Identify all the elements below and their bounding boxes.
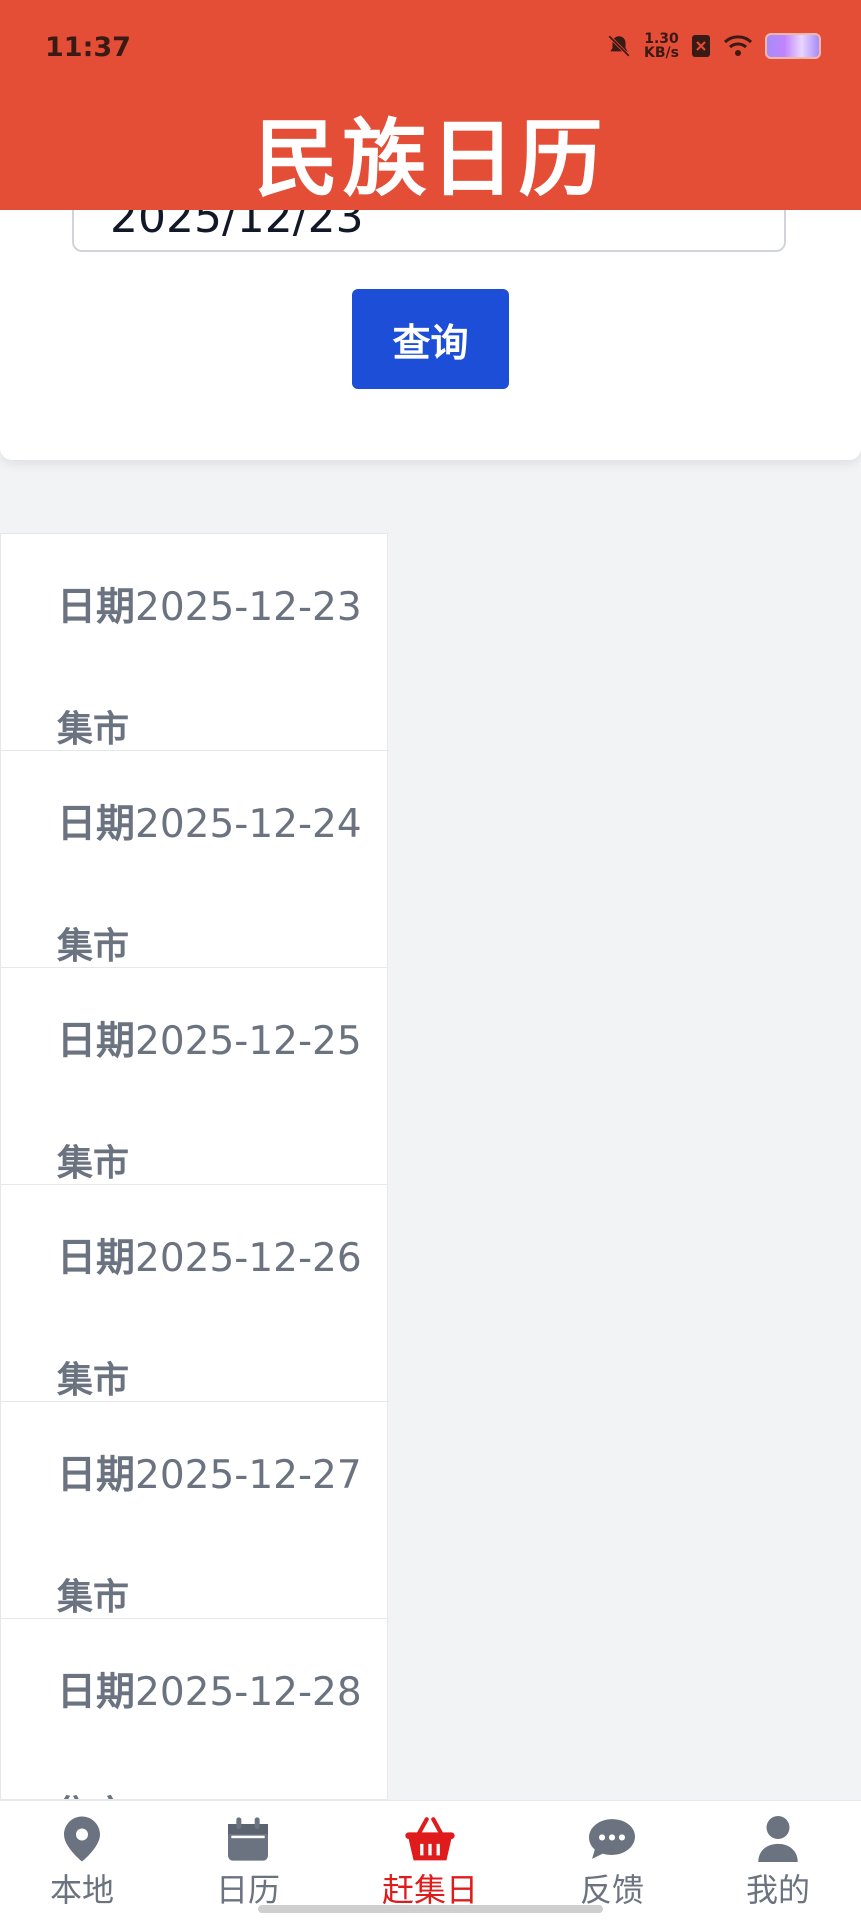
list-item[interactable]: 日期2025-12-27 集市 — [1, 1402, 387, 1619]
bell-muted-icon — [608, 35, 630, 57]
list-item[interactable]: 日期2025-12-25 集市 — [1, 968, 387, 1185]
date-row: 日期2025-12-26 — [57, 1227, 362, 1283]
date-value: 2025-12-24 — [135, 802, 362, 847]
nav-item-local[interactable]: 本地 — [22, 1815, 142, 1911]
sim-disabled-icon — [692, 35, 710, 57]
net-speed: 1.30 KB/s — [644, 32, 679, 60]
nav-label: 我的 — [745, 1871, 810, 1909]
date-row: 日期2025-12-28 — [57, 1661, 362, 1717]
battery-icon — [765, 33, 821, 59]
date-label: 日期 — [57, 1019, 136, 1064]
status-time: 11:37 — [45, 32, 131, 63]
nav-item-market-day[interactable]: 赶集日 — [370, 1815, 490, 1911]
location-pin-icon — [64, 1816, 100, 1862]
list-item[interactable]: 日期2025-12-28 集市 — [1, 1619, 387, 1799]
home-indicator[interactable] — [258, 1905, 603, 1913]
market-label: 集市 — [57, 1143, 130, 1184]
calendar-icon — [228, 1817, 268, 1861]
user-icon — [758, 1816, 798, 1862]
basket-icon — [405, 1817, 455, 1861]
market-list: 日期2025-12-23 集市 日期2025-12-24 集市 日期2025-1… — [0, 533, 388, 1800]
app-header: 11:37 1.30 KB/s 民族日历 — [0, 0, 861, 210]
market-label: 集市 — [57, 1785, 129, 1799]
date-row: 日期2025-12-25 — [57, 1010, 362, 1066]
date-label: 日期 — [57, 585, 136, 630]
date-value: 2025-12-23 — [135, 585, 362, 630]
date-row: 日期2025-12-23 — [57, 576, 362, 632]
nav-item-mine[interactable]: 我的 — [718, 1815, 838, 1911]
market-label: 集市 — [57, 1577, 130, 1618]
bottom-nav: 本地 日历 赶集日 反馈 我的 — [0, 1800, 861, 1921]
date-label: 日期 — [57, 1670, 136, 1715]
list-item[interactable]: 日期2025-12-26 集市 — [1, 1185, 387, 1402]
date-label: 日期 — [57, 1453, 136, 1498]
nav-item-feedback[interactable]: 反馈 — [552, 1815, 672, 1911]
market-label: 集市 — [57, 926, 130, 967]
date-value: 2025-12-26 — [135, 1236, 362, 1281]
net-speed-unit: KB/s — [644, 45, 679, 61]
date-value: 2025-12-25 — [135, 1019, 362, 1064]
date-value: 2025-12-27 — [135, 1453, 362, 1498]
nav-label: 本地 — [49, 1871, 114, 1909]
market-label: 集市 — [57, 709, 130, 750]
nav-item-calendar[interactable]: 日历 — [188, 1815, 308, 1911]
market-label: 集市 — [57, 1360, 130, 1401]
date-row: 日期2025-12-24 — [57, 793, 362, 849]
chat-bubble-icon — [589, 1819, 635, 1859]
list-item[interactable]: 日期2025-12-23 集市 — [1, 534, 387, 751]
wifi-icon — [723, 35, 753, 56]
list-item[interactable]: 日期2025-12-24 集市 — [1, 751, 387, 968]
date-label: 日期 — [57, 802, 136, 847]
net-speed-value: 1.30 — [644, 31, 679, 47]
date-value: 2025-12-28 — [135, 1670, 362, 1715]
date-row: 日期2025-12-27 — [57, 1444, 362, 1500]
status-icons: 1.30 KB/s — [606, 32, 821, 60]
query-button[interactable]: 查询 — [352, 289, 509, 389]
page-title: 民族日历 — [254, 110, 607, 208]
date-label: 日期 — [57, 1236, 136, 1281]
